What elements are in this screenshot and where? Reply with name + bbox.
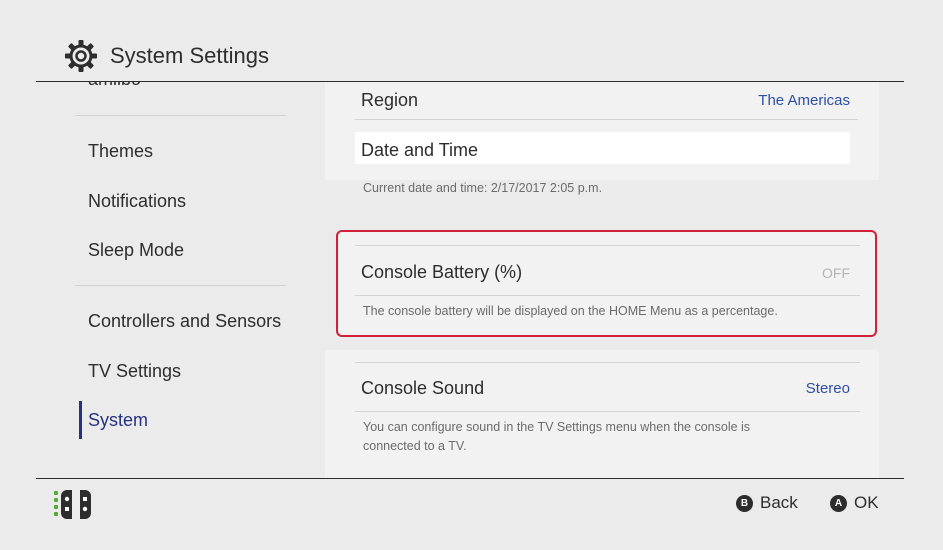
console-sound-label[interactable]: Console Sound [361,378,484,399]
footer-divider [36,478,904,479]
back-label: Back [760,493,798,512]
settings-panel: Region The Americas Date and Time Curren… [0,82,943,478]
console-sound-card [325,350,879,478]
date-time-description: Current date and time: 2/17/2017 2:05 p.… [363,181,603,195]
row-divider [355,362,860,363]
console-sound-value[interactable]: Stereo [806,380,850,397]
joycon-icon [54,489,98,526]
ok-button[interactable]: A OK [830,493,879,513]
console-sound-description: You can configure sound in the TV Settin… [363,420,751,453]
a-button-icon: A [830,494,847,512]
date-time-label[interactable]: Date and Time [361,140,478,161]
page-header: System Settings [64,38,269,74]
gear-icon [64,39,98,73]
region-value: The Americas [758,92,850,109]
b-button-icon: B [736,494,753,512]
page-title: System Settings [110,43,269,68]
row-divider [355,411,860,412]
back-button[interactable]: B Back [736,493,798,513]
ok-label: OK [854,493,879,512]
highlight-box [336,230,877,337]
row-divider [355,119,858,120]
region-label[interactable]: Region [361,90,418,111]
